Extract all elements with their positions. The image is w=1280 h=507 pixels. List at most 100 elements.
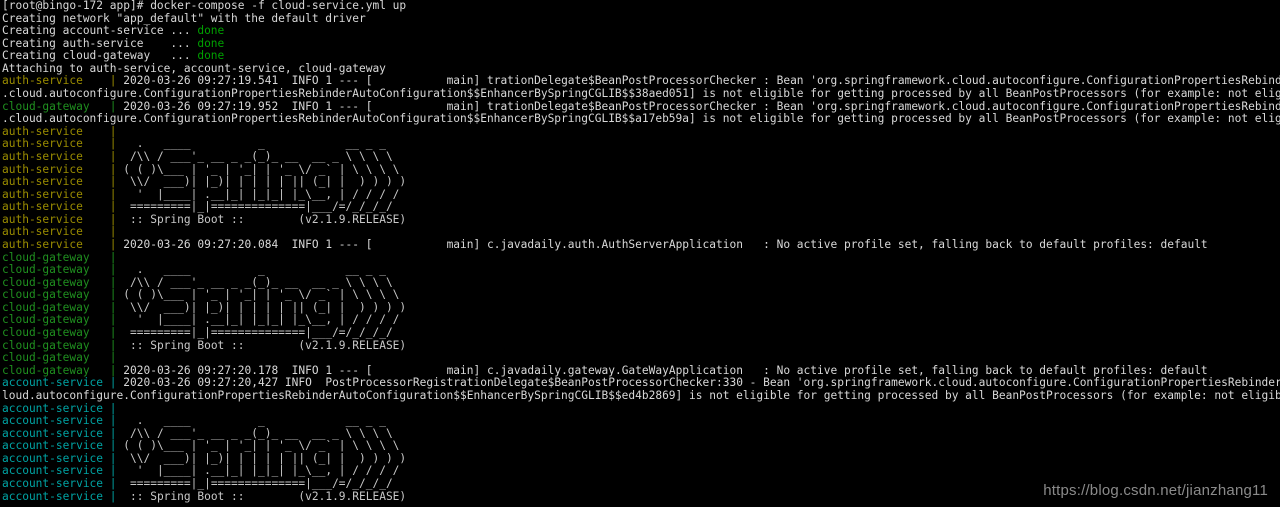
banner-line: cloud-gateway | =========|_|============… bbox=[0, 327, 1280, 340]
service-pipe: | bbox=[109, 213, 124, 226]
service-pipe: | bbox=[109, 477, 124, 490]
banner-art: . ____ _ __ _ _ bbox=[123, 138, 386, 151]
service-pipe: | bbox=[109, 364, 124, 377]
shell-prompt-line: [root@bingo-172 app]# docker-compose -f … bbox=[0, 0, 1280, 13]
service-label-account-service: account-service bbox=[2, 427, 110, 440]
log-message: 2020-03-26 09:27:20,427 INFO PostProcess… bbox=[123, 377, 1280, 390]
shell-command: docker-compose -f cloud-service.yml up bbox=[150, 0, 407, 12]
banner-art: =========|_|==============|___/=/_/_/_/ bbox=[123, 327, 393, 340]
service-label-account-service: account-service bbox=[2, 402, 110, 415]
service-label-auth-service: auth-service bbox=[2, 213, 110, 226]
banner-line: auth-service | :: Spring Boot :: (v2.1.9… bbox=[0, 214, 1280, 227]
service-pipe: | bbox=[109, 415, 124, 428]
service-pipe: | bbox=[109, 452, 124, 465]
output-wrapped-line: .cloud.autoconfigure.ConfigurationProper… bbox=[2, 88, 1280, 101]
banner-art: /\\ / ___'_ __ _ _(_)_ __ __ _ \ \ \ \ bbox=[123, 276, 393, 289]
service-label-account-service: account-service bbox=[2, 465, 110, 478]
banner-line: account-service | ' |____| .__|_| |_|_| … bbox=[0, 465, 1280, 478]
service-pipe: | bbox=[109, 440, 124, 453]
service-pipe: | bbox=[109, 314, 124, 327]
service-pipe: | bbox=[109, 289, 124, 302]
banner-line: auth-service | ( ( )\___ | '_ | '_| | '_… bbox=[0, 164, 1280, 177]
service-log-line: account-service | 2020-03-26 09:27:20,42… bbox=[0, 377, 1280, 390]
service-label-auth-service: auth-service bbox=[2, 176, 110, 189]
service-pipe: | bbox=[109, 327, 124, 340]
banner-art: :: Spring Boot :: (v2.1.9.RELEASE) bbox=[123, 213, 407, 226]
banner-line: account-service | ( ( )\___ | '_ | '_| |… bbox=[0, 440, 1280, 453]
service-label-auth-service: auth-service bbox=[2, 188, 110, 201]
service-pipe: | bbox=[109, 238, 124, 251]
banner-line: account-service | =========|_|==========… bbox=[0, 478, 1280, 491]
log-message: 2020-03-26 09:27:20.178 INFO 1 --- [ mai… bbox=[123, 364, 1208, 377]
service-label-cloud-gateway: cloud-gateway bbox=[2, 339, 110, 352]
banner-line: cloud-gateway | ' |____| .__|_| |_|_| |_… bbox=[0, 314, 1280, 327]
output-wrapped-line: loud.autoconfigure.ConfigurationProperti… bbox=[2, 389, 1280, 402]
service-label-account-service: account-service bbox=[2, 452, 110, 465]
banner-line: auth-service | =========|_|=============… bbox=[0, 201, 1280, 214]
service-log-line: account-service | bbox=[0, 403, 1280, 416]
service-pipe: | bbox=[109, 150, 124, 163]
status-done: done bbox=[197, 37, 225, 50]
service-pipe: | bbox=[109, 402, 124, 415]
service-label-auth-service: auth-service bbox=[2, 226, 110, 239]
service-pipe: | bbox=[109, 163, 124, 176]
service-label-cloud-gateway: cloud-gateway bbox=[2, 251, 110, 264]
service-label-cloud-gateway: cloud-gateway bbox=[2, 301, 110, 314]
banner-line: cloud-gateway | \\/ ___)| |_)| | | | | |… bbox=[0, 302, 1280, 315]
service-label-auth-service: auth-service bbox=[2, 75, 110, 88]
service-pipe: | bbox=[109, 339, 124, 352]
service-label-account-service: account-service bbox=[2, 477, 110, 490]
banner-line: account-service | \\/ ___)| |_)| | | | |… bbox=[0, 453, 1280, 466]
banner-line: auth-service | bbox=[0, 226, 1280, 239]
status-done: done bbox=[197, 50, 225, 63]
banner-art: /\\ / ___'_ __ _ _(_)_ __ __ _ \ \ \ \ bbox=[123, 150, 393, 163]
banner-art: :: Spring Boot :: (v2.1.9.RELEASE) bbox=[123, 490, 407, 503]
service-pipe: | bbox=[109, 377, 124, 390]
service-pipe: | bbox=[109, 226, 124, 239]
banner-art: =========|_|==============|___/=/_/_/_/ bbox=[123, 201, 393, 214]
creating-line: Creating cloud-gateway ... done bbox=[2, 50, 225, 63]
banner-line: account-service | . ____ _ __ _ _ bbox=[0, 415, 1280, 428]
banner-art: =========|_|==============|___/=/_/_/_/ bbox=[123, 477, 393, 490]
service-pipe: | bbox=[109, 301, 124, 314]
service-label-cloud-gateway: cloud-gateway bbox=[2, 276, 110, 289]
banner-art: . ____ _ __ _ _ bbox=[123, 415, 386, 428]
service-label-account-service: account-service bbox=[2, 415, 110, 428]
banner-art: ' |____| .__|_| |_|_| |_\__, | / / / / bbox=[123, 188, 400, 201]
output-line: Attaching to auth-service, account-servi… bbox=[2, 62, 386, 75]
service-label-cloud-gateway: cloud-gateway bbox=[2, 352, 110, 365]
log-message: 2020-03-26 09:27:19.541 INFO 1 --- [ mai… bbox=[123, 75, 1280, 88]
banner-art: . ____ _ __ _ _ bbox=[123, 264, 386, 277]
banner-line: auth-service | \\/ ___)| |_)| | | | | ||… bbox=[0, 176, 1280, 189]
service-pipe: | bbox=[109, 264, 124, 277]
service-pipe: | bbox=[109, 201, 124, 214]
creating-line: Creating auth-service ... done bbox=[2, 37, 225, 50]
service-log-line: cloud-gateway | 2020-03-26 09:27:20.178 … bbox=[0, 365, 1280, 378]
service-label-cloud-gateway: cloud-gateway bbox=[2, 327, 110, 340]
service-pipe: | bbox=[109, 465, 124, 478]
log-message: 2020-03-26 09:27:19.952 INFO 1 --- [ mai… bbox=[123, 100, 1280, 113]
banner-line: cloud-gateway | :: Spring Boot :: (v2.1.… bbox=[0, 340, 1280, 353]
shell-prompt: [root@bingo-172 app]# bbox=[2, 0, 151, 12]
service-label-auth-service: auth-service bbox=[2, 201, 110, 214]
service-label-cloud-gateway: cloud-gateway bbox=[2, 314, 110, 327]
output-wrapped-line: .cloud.autoconfigure.ConfigurationProper… bbox=[2, 113, 1280, 126]
service-pipe: | bbox=[109, 125, 124, 138]
service-pipe: | bbox=[109, 138, 124, 151]
service-label-cloud-gateway: cloud-gateway bbox=[2, 264, 110, 277]
banner-line: cloud-gateway | /\\ / ___'_ __ _ _(_)_ _… bbox=[0, 277, 1280, 290]
service-label-cloud-gateway: cloud-gateway bbox=[2, 364, 110, 377]
banner-art: ( ( )\___ | '_ | '_| | '_ \/ _` | \ \ \ … bbox=[123, 289, 400, 302]
service-pipe: | bbox=[109, 188, 124, 201]
service-log-line: cloud-gateway | bbox=[0, 252, 1280, 265]
banner-art: ' |____| .__|_| |_|_| |_\__, | / / / / bbox=[123, 314, 400, 327]
terminal-output[interactable]: [root@bingo-172 app]# docker-compose -f … bbox=[0, 0, 1280, 507]
banner-line: cloud-gateway | ( ( )\___ | '_ | '_| | '… bbox=[0, 289, 1280, 302]
banner-line: account-service | /\\ / ___'_ __ _ _(_)_… bbox=[0, 428, 1280, 441]
banner-line: auth-service | ' |____| .__|_| |_|_| |_\… bbox=[0, 189, 1280, 202]
creating-line: Creating account-service ... done bbox=[2, 25, 225, 38]
service-label-cloud-gateway: cloud-gateway bbox=[2, 100, 110, 113]
service-label-cloud-gateway: cloud-gateway bbox=[2, 289, 110, 302]
banner-art: ' |____| .__|_| |_|_| |_\__, | / / / / bbox=[123, 465, 400, 478]
service-pipe: | bbox=[109, 352, 124, 365]
